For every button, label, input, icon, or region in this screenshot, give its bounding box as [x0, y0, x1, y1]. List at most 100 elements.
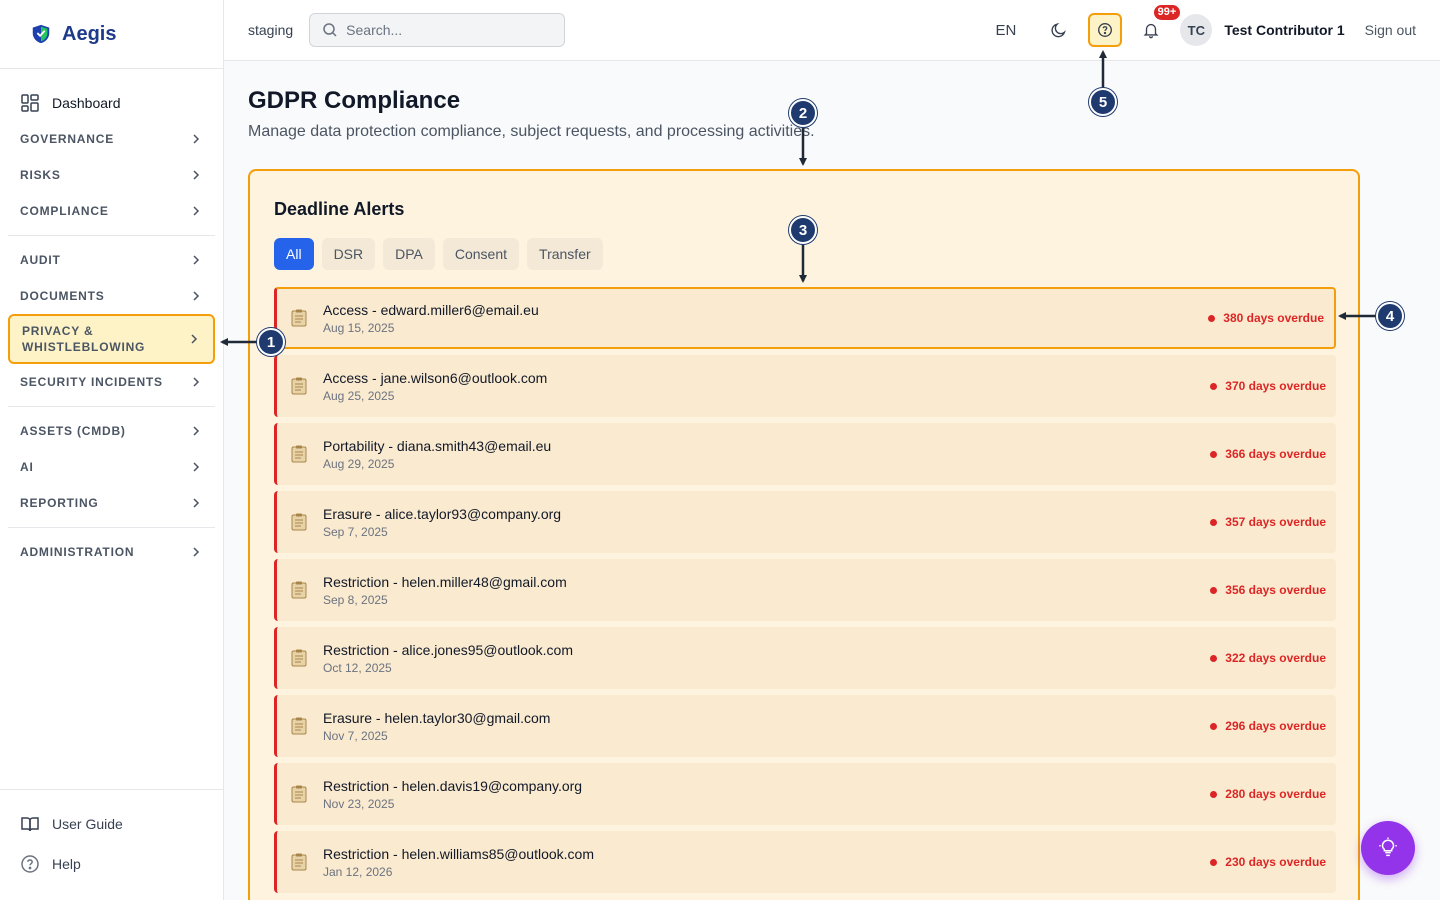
sidebar-item-label: AI — [20, 460, 34, 474]
clipboard-icon — [291, 649, 307, 667]
user-guide-link[interactable]: User Guide — [8, 804, 215, 844]
user-name[interactable]: Test Contributor 1 — [1224, 22, 1344, 38]
deadline-alert-item[interactable]: Erasure - helen.taylor30@gmail.com Nov 7,… — [274, 695, 1336, 757]
sidebar-item-privacy-whistleblowing[interactable]: PRIVACY & WHISTLEBLOWING — [8, 314, 215, 364]
sign-out-link[interactable]: Sign out — [1365, 22, 1416, 38]
sidebar-nav: Dashboard GOVERNANCE RISKS COMPLIANCE AUDIT… — [0, 85, 223, 570]
alert-text: Portability - diana.smith43@email.eu Aug … — [323, 438, 551, 471]
sidebar-bottom: User Guide Help — [0, 789, 223, 900]
deadline-alert-item[interactable]: Restriction - helen.williams85@outlook.c… — [274, 831, 1336, 893]
clipboard-icon — [291, 445, 307, 463]
overdue-label: 370 days overdue — [1225, 379, 1326, 393]
language-switcher[interactable]: EN — [995, 22, 1016, 39]
deadline-alert-item[interactable]: Restriction - helen.davis19@company.org N… — [274, 763, 1336, 825]
alert-date: Aug 15, 2025 — [323, 320, 395, 335]
alert-date: Sep 7, 2025 — [323, 524, 388, 539]
sidebar-item-ai[interactable]: AI — [8, 449, 215, 485]
deadline-alert-item[interactable]: Restriction - helen.miller48@gmail.com Se… — [274, 559, 1336, 621]
callout-4: 4 — [1376, 302, 1404, 330]
tab-all[interactable]: All — [274, 238, 314, 270]
sidebar-item-label: PRIVACY & WHISTLEBLOWING — [22, 324, 146, 354]
book-open-icon — [21, 817, 39, 832]
callout-5: 5 — [1089, 88, 1117, 116]
deadline-alerts-card: Deadline Alerts All DSR DPA Consent Transfer… — [248, 169, 1360, 900]
notifications[interactable]: 99+ — [1134, 5, 1181, 47]
header-actions: EN 99+ TC Test Contributor 1 Sign out — [995, 5, 1416, 47]
alert-text: Erasure - helen.taylor30@gmail.com Nov 7,… — [323, 710, 550, 743]
overdue-status: 230 days overdue — [1210, 855, 1326, 869]
deadline-alert-item[interactable]: Restriction - alice.jones95@outlook.com O… — [274, 627, 1336, 689]
sidebar-item-security-incidents[interactable]: SECURITY INCIDENTS — [8, 364, 215, 400]
sidebar-item-label: ADMINISTRATION — [20, 545, 135, 559]
page-subtitle: Manage data protection compliance, subje… — [248, 123, 815, 140]
overdue-label: 296 days overdue — [1225, 719, 1326, 733]
sidebar-divider — [8, 235, 215, 236]
chevron-right-icon — [193, 170, 200, 180]
chevron-right-icon — [193, 206, 200, 216]
tab-transfer[interactable]: Transfer — [527, 238, 603, 270]
status-dot — [1210, 450, 1218, 458]
overdue-label: 366 days overdue — [1225, 447, 1326, 461]
alert-title: Portability - diana.smith43@email.eu — [323, 437, 552, 454]
alert-date: Aug 25, 2025 — [323, 388, 395, 403]
sidebar-item-reporting[interactable]: REPORTING — [8, 485, 215, 521]
deadline-alert-item[interactable]: Erasure - alice.taylor93@company.org Sep … — [274, 491, 1336, 553]
overdue-label: 357 days overdue — [1225, 515, 1326, 529]
chevron-right-icon — [193, 377, 200, 387]
sidebar-item-label: Dashboard — [52, 95, 121, 111]
search-input[interactable] — [346, 22, 547, 38]
shield-logo-icon — [32, 24, 50, 44]
user-guide-label: User Guide — [52, 816, 123, 832]
app-name: Aegis — [62, 22, 117, 45]
sidebar-item-documents[interactable]: DOCUMENTS — [8, 278, 215, 314]
alerts-list: Access - edward.miller6@email.eu Aug 15, … — [274, 287, 1336, 899]
deadline-alert-item[interactable]: Access - edward.miller6@email.eu Aug 15, … — [274, 287, 1336, 349]
sidebar-item-compliance[interactable]: COMPLIANCE — [8, 193, 215, 229]
alert-date: Oct 12, 2025 — [323, 660, 392, 675]
sidebar-item-label: SECURITY INCIDENTS — [20, 375, 163, 389]
tab-dpa[interactable]: DPA — [383, 238, 435, 270]
alert-date: Sep 8, 2025 — [323, 592, 388, 607]
sidebar-item-risks[interactable]: RISKS — [8, 157, 215, 193]
status-dot — [1208, 314, 1216, 322]
overdue-label: 322 days overdue — [1225, 651, 1326, 665]
sidebar-item-assets-cmdb[interactable]: ASSETS (CMDB) — [8, 413, 215, 449]
deadline-alert-item[interactable]: Access - jane.wilson6@outlook.com Aug 25,… — [274, 355, 1336, 417]
bell-icon — [1143, 23, 1159, 39]
deadline-alerts-title: Deadline Alerts — [274, 199, 405, 219]
help-link[interactable]: Help — [8, 844, 215, 884]
sidebar-item-administration[interactable]: ADMINISTRATION — [8, 534, 215, 570]
assistant-fab-button[interactable] — [1361, 821, 1415, 875]
theme-toggle-button[interactable] — [1042, 13, 1076, 47]
sidebar-item-audit[interactable]: AUDIT — [8, 242, 215, 278]
status-dot — [1210, 790, 1218, 798]
sidebar-item-label: REPORTING — [20, 496, 99, 510]
tab-consent[interactable]: Consent — [442, 238, 520, 270]
chevron-right-icon — [193, 291, 200, 301]
alert-title: Erasure - helen.taylor30@gmail.com — [323, 709, 551, 726]
chevron-right-icon — [193, 498, 200, 508]
avatar[interactable]: TC — [1180, 14, 1213, 46]
search-box[interactable] — [309, 13, 566, 47]
notifications-badge: 99+ — [1153, 5, 1181, 20]
callout-1: 1 — [257, 328, 285, 356]
status-dot — [1210, 654, 1218, 662]
sidebar-item-label: GOVERNANCE — [20, 132, 115, 146]
dashboard-grid-icon — [21, 94, 39, 112]
brand[interactable]: Aegis — [0, 0, 223, 69]
environment-label: staging — [248, 22, 294, 38]
sidebar-item-label: COMPLIANCE — [20, 204, 109, 218]
sidebar-item-governance[interactable]: GOVERNANCE — [8, 121, 215, 157]
status-dot — [1210, 722, 1218, 730]
overdue-status: 356 days overdue — [1210, 583, 1326, 597]
help-button[interactable] — [1088, 13, 1123, 47]
deadline-alert-item[interactable]: Portability - diana.smith43@email.eu Aug … — [274, 423, 1336, 485]
chevron-right-icon — [193, 547, 200, 557]
sidebar-item-dashboard[interactable]: Dashboard — [8, 85, 215, 121]
overdue-status: 380 days overdue — [1208, 311, 1324, 325]
tab-dsr[interactable]: DSR — [321, 238, 376, 270]
page-title: GDPR Compliance — [248, 87, 461, 114]
alert-text: Access - edward.miller6@email.eu Aug 15, … — [323, 302, 539, 335]
help-label: Help — [52, 856, 81, 872]
alert-text: Access - jane.wilson6@outlook.com Aug 25,… — [323, 370, 547, 403]
